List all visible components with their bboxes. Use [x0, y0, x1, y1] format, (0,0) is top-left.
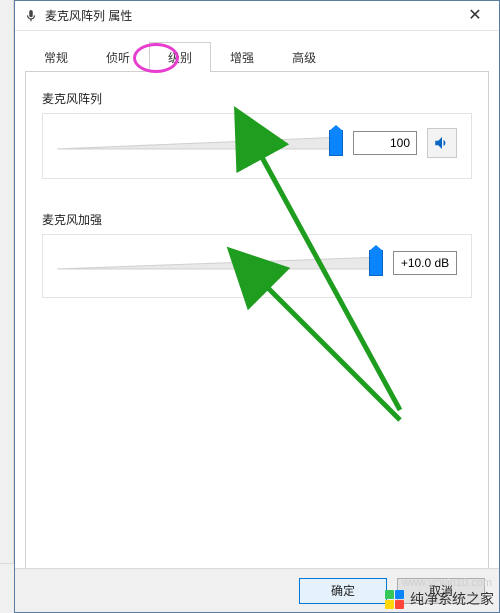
mic-boost-value[interactable]: +10.0 dB	[393, 251, 457, 275]
watermark: 纯净系统之家	[384, 589, 494, 609]
close-icon: ✕	[468, 7, 481, 24]
mic-array-value[interactable]: 100	[353, 131, 417, 155]
tab-label: 侦听	[106, 51, 130, 65]
close-button[interactable]: ✕	[453, 2, 497, 30]
ok-button[interactable]: 确定	[299, 578, 387, 604]
mic-boost-label: 麦克风加强	[42, 211, 472, 228]
mic-array-slider[interactable]	[57, 129, 343, 157]
tab-general[interactable]: 常规	[25, 42, 87, 72]
watermark-logo-icon	[384, 589, 404, 609]
slider-thumb[interactable]	[369, 250, 383, 276]
tab-advanced[interactable]: 高级	[273, 42, 335, 72]
button-label: 确定	[331, 582, 355, 599]
watermark-url: www.ycwin10.com	[402, 577, 492, 589]
titlebar: 麦克风阵列 属性 ✕	[15, 1, 499, 31]
speaker-icon	[433, 134, 451, 152]
mic-icon	[23, 8, 39, 24]
value-text: 100	[390, 136, 410, 150]
tab-label: 级别	[168, 51, 192, 65]
mic-boost-group: +10.0 dB	[42, 234, 472, 298]
mic-array-group: 100	[42, 113, 472, 179]
slider-track-shape	[57, 135, 343, 151]
tab-label: 常规	[44, 51, 68, 65]
tab-listen[interactable]: 侦听	[87, 42, 149, 72]
value-text: +10.0 dB	[401, 256, 449, 270]
tab-levels[interactable]: 级别	[149, 42, 211, 72]
background-panel-left	[0, 0, 14, 613]
mic-boost-slider[interactable]	[57, 249, 383, 277]
tab-label: 增强	[230, 51, 254, 65]
properties-dialog: 麦克风阵列 属性 ✕ 常规 侦听 级别 增强 高级 麦克风阵列	[14, 0, 500, 613]
window-title: 麦克风阵列 属性	[45, 7, 453, 24]
slider-track-shape	[57, 255, 383, 271]
tab-panel-levels: 麦克风阵列 100 麦克风加强	[25, 72, 489, 600]
watermark-text: 纯净系统之家	[410, 589, 494, 609]
slider-thumb[interactable]	[329, 130, 343, 156]
mute-button[interactable]	[427, 128, 457, 158]
mic-array-label: 麦克风阵列	[42, 90, 472, 107]
tab-label: 高级	[292, 51, 316, 65]
tab-enhance[interactable]: 增强	[211, 42, 273, 72]
tabs: 常规 侦听 级别 增强 高级	[25, 41, 489, 72]
